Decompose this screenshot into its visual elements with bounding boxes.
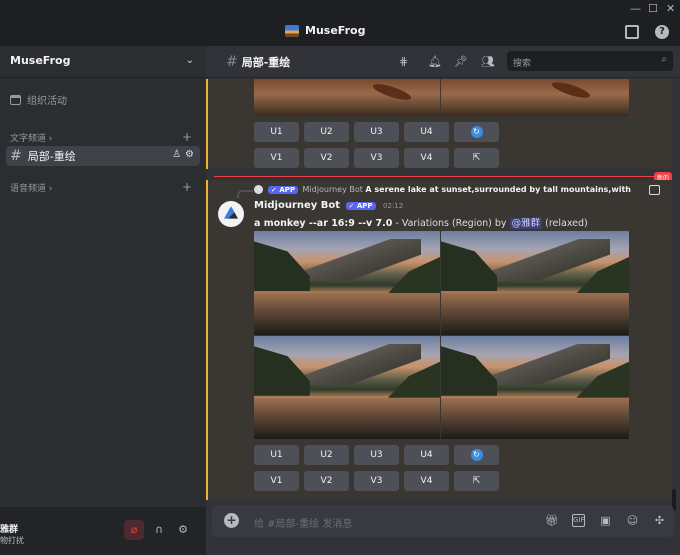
upscale-button-4[interactable]: U4 [404,122,449,142]
app-title-text: MuseFrog [305,24,366,37]
events-item[interactable]: 组织活动 [10,92,67,107]
voice-channels-category[interactable]: 语音频道 › + [10,180,196,194]
search-icon: ⌕ [661,54,667,65]
search-input[interactable]: 搜索 ⌕ [507,51,673,71]
refresh-icon: ↻ [470,126,483,138]
reroll-button[interactable]: ↻ [454,445,499,465]
channel-title: # 局部-重绘 [226,54,291,70]
gift-icon[interactable]: 🎁︎ [545,514,559,527]
message-content: a monkey --ar 16:9 --v 7.0 - Variations … [254,218,588,229]
reroll-button[interactable]: ↻ [454,122,499,142]
upscale-button-2[interactable]: U2 [304,122,349,142]
highlight-bar [206,79,208,169]
upscale-button-3[interactable]: U3 [354,122,399,142]
upscale-button-3[interactable]: U3 [354,445,399,465]
sticker-icon[interactable]: ▣ [599,514,612,527]
previous-image[interactable] [254,79,440,116]
text-channels-category[interactable]: 文字频道 › + [10,130,196,144]
pin-icon[interactable]: 📌︎ [454,55,468,68]
variation-button-3[interactable]: V3 [354,148,399,168]
previous-image[interactable] [441,79,629,116]
maximize-button[interactable]: ☐ [648,2,658,15]
app-logo-icon [285,24,299,37]
headphones-icon[interactable]: ∩ [149,520,169,540]
result-image-4[interactable] [441,336,629,439]
reply-preview[interactable]: ✓ APP Midjourney Bot A serene lake at su… [254,185,634,194]
title-bar: — ☐ ✕ MuseFrog ? [0,0,680,46]
mic-muted-icon[interactable]: ⌀ [124,520,144,540]
image-icon [649,185,660,195]
emoji-icon[interactable]: ☺ [626,514,639,527]
mode-text: (relaxed) [542,218,588,229]
channel-header: # 局部-重绘 ⋕ 🔔︎ 📌︎ 👥︎ 搜索 ⌕ [206,46,680,78]
user-name[interactable]: 雅群 [0,522,18,535]
user-panel: 雅群 物打扰 ⌀ ∩ ⚙ [0,507,206,555]
minimize-button[interactable]: — [630,2,641,15]
refresh-icon: ↻ [470,449,483,461]
message-author[interactable]: Midjourney Bot ✓ APP 02:12 [254,200,403,211]
apps-icon[interactable]: ✣ [653,514,666,527]
threads-icon[interactable]: ⋕ [399,55,408,68]
category-label: 文字频道 [10,134,47,144]
new-messages-divider [214,176,672,177]
message-composer[interactable]: + 给 #局部-重绘 发消息 🎁︎ GIF ▣ ☺ ✣ [212,505,674,537]
calendar-icon [10,94,21,105]
channel-item-局部-重绘[interactable]: # 局部-重绘 ♙ ⚙ [6,146,200,166]
message-list: U1 U2 U3 U4 ↻ V1 V2 V3 V4 ⇱ 新的 ✓ APP Mid… [206,79,680,500]
channel-label: 局部-重绘 [27,150,76,163]
invite-icon[interactable]: ♙ [172,149,181,160]
result-image-2[interactable] [441,231,629,335]
settings-icon[interactable]: ⚙ [185,149,194,160]
app-badge: ✓ APP [268,186,298,194]
result-image-1[interactable] [254,231,440,335]
timestamp: 02:12 [383,202,404,210]
open-link-icon: ⇱ [472,476,481,486]
add-channel-icon[interactable]: + [182,130,192,144]
chevron-down-icon: ⌄ [185,55,194,66]
message-input[interactable]: 给 #局部-重绘 发消息 [254,515,352,530]
open-link-icon: ⇱ [472,153,481,163]
hash-icon: # [10,148,22,164]
open-link-button[interactable]: ⇱ [454,471,499,491]
server-header[interactable]: MuseFrog ⌄ [0,46,206,78]
app-badge: ✓ APP [345,202,376,210]
highlight-bar [206,180,208,500]
server-name: MuseFrog [10,54,71,67]
upscale-button-2[interactable]: U2 [304,445,349,465]
variation-button-2[interactable]: V2 [304,148,349,168]
category-label: 语音频道 [10,184,47,194]
prompt-text: a monkey --ar 16:9 --v 7.0 [254,218,393,229]
app-title: MuseFrog [285,24,365,37]
upscale-button-1[interactable]: U1 [254,122,299,142]
channel-sidebar: MuseFrog ⌄ 组织活动 文字频道 › + # 局部-重绘 ♙ ⚙ 语音频… [0,46,206,555]
variation-button-4[interactable]: V4 [404,148,449,168]
members-icon[interactable]: 👥︎ [481,55,495,68]
upscale-button-1[interactable]: U1 [254,445,299,465]
add-channel-icon[interactable]: + [182,180,192,194]
main-panel: # 局部-重绘 ⋕ 🔔︎ 📌︎ 👥︎ 搜索 ⌕ U1 U2 U3 U4 ↻ V1 … [206,46,680,555]
variation-button-3[interactable]: V3 [354,471,399,491]
reply-connector [237,190,253,198]
variation-button-2[interactable]: V2 [304,471,349,491]
bell-icon[interactable]: 🔔︎ [428,55,442,68]
events-label: 组织活动 [27,96,67,107]
avatar[interactable] [218,201,244,227]
add-attachment-icon[interactable]: + [224,513,239,528]
reply-author: Midjourney Bot [302,185,363,194]
upscale-button-4[interactable]: U4 [404,445,449,465]
help-icon[interactable]: ? [655,25,669,39]
variation-button-4[interactable]: V4 [404,471,449,491]
user-status: 物打扰 [0,536,24,545]
user-mention[interactable]: @雅群 [509,218,543,229]
variation-button-1[interactable]: V1 [254,148,299,168]
settings-icon[interactable]: ⚙ [173,520,193,540]
reply-text: A serene lake at sunset,surrounded by ta… [365,185,634,194]
variation-button-1[interactable]: V1 [254,471,299,491]
result-image-3[interactable] [254,336,440,439]
close-button[interactable]: ✕ [666,2,675,15]
inbox-icon[interactable] [625,25,639,39]
reply-avatar [254,185,263,194]
open-link-button[interactable]: ⇱ [454,148,499,168]
gif-icon[interactable]: GIF [572,514,585,527]
